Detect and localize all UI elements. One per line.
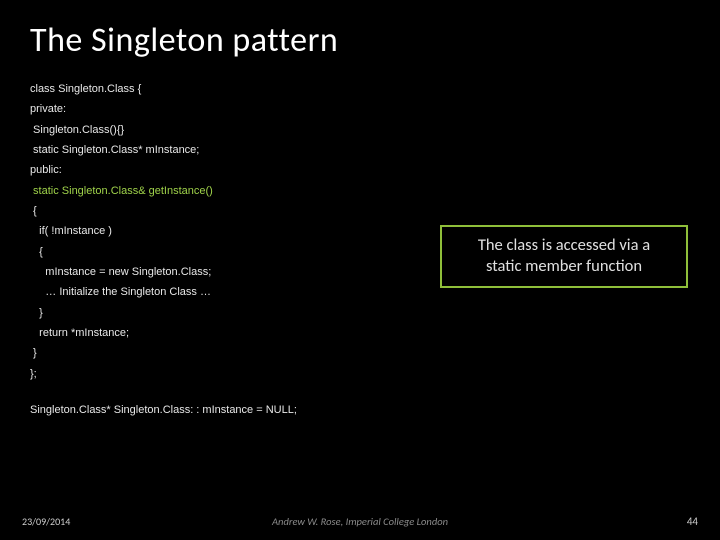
callout-line: The class is accessed via a	[454, 235, 674, 256]
code-line: };	[30, 364, 690, 384]
callout-line: static member function	[454, 256, 674, 277]
code-line: return *mInstance;	[30, 323, 690, 343]
footer: 23/09/2014 Andrew W. Rose, Imperial Coll…	[0, 515, 720, 528]
code-line: Singleton.Class* Singleton.Class: : mIns…	[30, 400, 690, 420]
code-line: Singleton.Class(){}	[30, 120, 690, 140]
code-line: }	[30, 303, 690, 323]
footer-page: 44	[687, 515, 698, 528]
code-line: }	[30, 343, 690, 363]
code-line: {	[30, 201, 690, 221]
code-line: class Singleton.Class {	[30, 79, 690, 99]
code-line: static Singleton.Class* mInstance;	[30, 140, 690, 160]
footer-author: Andrew W. Rose, Imperial College London	[272, 515, 448, 528]
code-line: private:	[30, 99, 690, 119]
slide-title: The Singleton pattern	[30, 20, 690, 61]
code-line: public:	[30, 160, 690, 180]
footer-date: 23/09/2014	[22, 515, 70, 528]
callout-box: The class is accessed via a static membe…	[440, 225, 688, 288]
slide: The Singleton pattern class Singleton.Cl…	[0, 0, 720, 540]
code-line-highlight: static Singleton.Class& getInstance()	[30, 181, 690, 201]
